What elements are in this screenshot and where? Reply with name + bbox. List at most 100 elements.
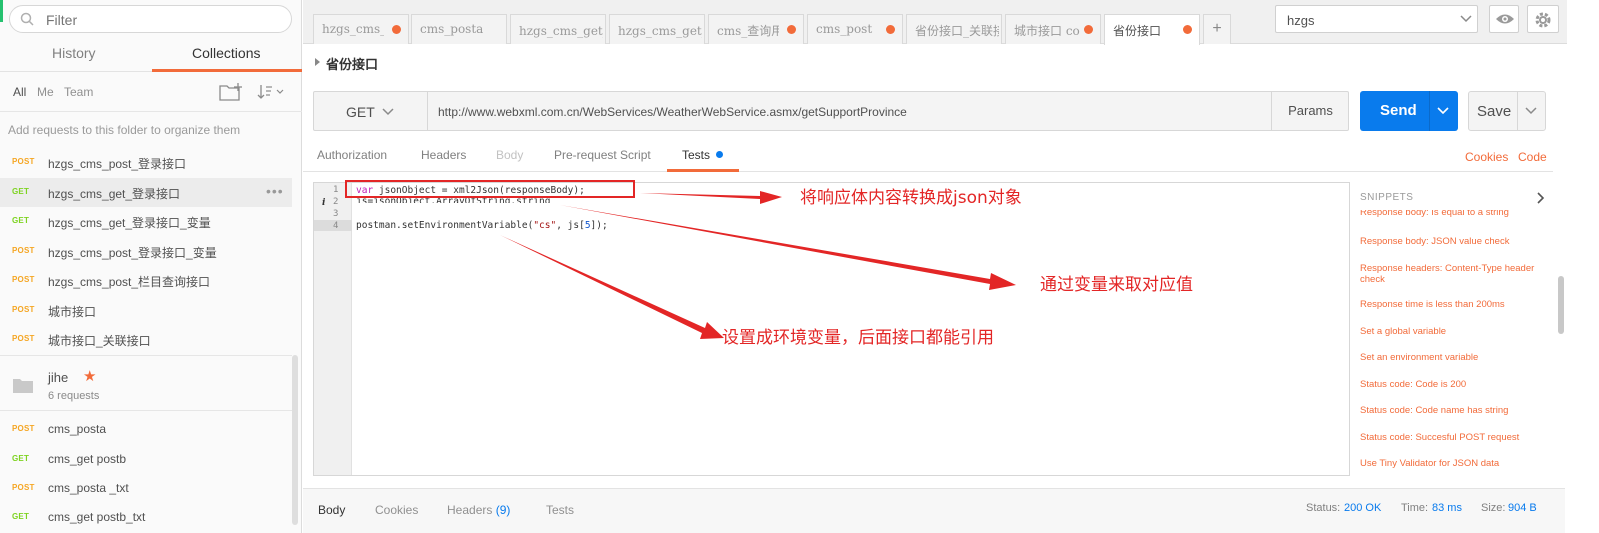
request-tab[interactable]: cms_查询用: [708, 14, 804, 44]
tab-tests[interactable]: Tests: [682, 148, 710, 162]
chevron-down-icon[interactable]: [1437, 107, 1449, 115]
collection-folder-jihe[interactable]: jihe ★ 6 requests: [0, 355, 292, 411]
request-item[interactable]: POST cms_posta: [0, 415, 292, 444]
unsaved-dot: [787, 25, 796, 34]
request-tab[interactable]: hzgs_cms_get_登: [609, 14, 705, 44]
scope-team[interactable]: Team: [64, 85, 93, 99]
snippet-text: Response body: Is equal to a string: [1360, 210, 1509, 218]
scope-me[interactable]: Me: [37, 85, 54, 99]
tab-history[interactable]: History: [52, 45, 96, 61]
scope-filter-row: All Me Team: [0, 78, 302, 112]
scope-all[interactable]: All: [13, 85, 26, 99]
request-name: cms_posta _txt: [48, 481, 129, 495]
request-item[interactable]: GET cms_get postb: [0, 445, 292, 474]
request-item[interactable]: POST hzgs_cms_post_登录接口_变量: [0, 237, 292, 266]
save-label: Save: [1477, 103, 1512, 120]
method-badge: GET: [12, 187, 30, 196]
method-badge: GET: [12, 216, 30, 225]
size-label: Size:: [1481, 502, 1506, 514]
more-actions-icon[interactable]: •••: [266, 183, 284, 199]
response-tab-body[interactable]: Body: [318, 503, 345, 517]
snippet-link[interactable]: Response body: JSON value check: [1360, 236, 1545, 247]
chevron-right-icon[interactable]: [1537, 192, 1545, 204]
sidebar-tabs: History Collections: [0, 40, 302, 72]
request-name: 城市接口: [48, 305, 97, 319]
request-name: cms_posta: [48, 422, 107, 436]
tab-collections[interactable]: Collections: [192, 45, 260, 61]
request-tab[interactable]: 城市接口 co: [1005, 14, 1101, 44]
add-tab-button[interactable]: +: [1203, 14, 1231, 44]
snippet-link[interactable]: Set an environment variable: [1360, 352, 1545, 363]
request-tab[interactable]: hzgs_cms_get_登: [510, 14, 606, 44]
tab-body[interactable]: Body: [496, 148, 523, 162]
star-icon[interactable]: ★: [83, 367, 96, 385]
info-marker-icon[interactable]: i: [322, 198, 325, 208]
environment-area: hzgs: [1265, 0, 1567, 44]
send-button[interactable]: Send: [1360, 91, 1458, 131]
sort-icon[interactable]: [257, 82, 285, 102]
request-tab-bar: hzgs_cms_p cms_posta hzgs_cms_get_登 hzgs…: [303, 0, 1265, 45]
request-tab[interactable]: hzgs_cms_p: [313, 14, 409, 44]
main-scrollbar-thumb[interactable]: [1558, 276, 1564, 334]
snippet-link[interactable]: Status code: Code name has string: [1360, 405, 1545, 416]
snippet-link[interactable]: Status code: Succesful POST request: [1360, 432, 1545, 443]
request-item[interactable]: POST 城市接口: [0, 296, 292, 325]
request-item[interactable]: GET cms_get postb_txt: [0, 503, 292, 532]
annotation-text: 设置成环境变量，后面接口都能引用: [722, 328, 994, 348]
tab-pre-request-script[interactable]: Pre-request Script: [554, 148, 651, 162]
editor-gutter: 1 2 3 4 i: [314, 183, 352, 475]
gear-icon: [1535, 12, 1551, 28]
method-badge: GET: [12, 512, 30, 521]
code-text: , js[: [556, 220, 585, 231]
postman-window: History Collections All Me Team Add requ…: [0, 0, 1599, 533]
response-tab-headers[interactable]: Headers (9): [447, 503, 510, 517]
snippet-link[interactable]: Use Tiny Validator for JSON data: [1360, 458, 1545, 469]
filter-box[interactable]: [9, 5, 292, 33]
request-item[interactable]: GET hzgs_cms_get_登录接口_变量: [0, 207, 292, 236]
code-text: ]);: [590, 220, 608, 231]
status-label: Status:: [1306, 502, 1341, 514]
time-value: 83 ms: [1432, 502, 1462, 514]
tab-headers[interactable]: Headers: [421, 148, 466, 162]
chevron-down-icon[interactable]: [1525, 107, 1537, 115]
manage-environments-button[interactable]: [1527, 5, 1559, 33]
annotation-highlight-box: [345, 180, 635, 198]
tab-label: 省份接口: [1113, 24, 1162, 38]
response-tab-headers-label: Headers: [447, 503, 493, 517]
request-tab-active[interactable]: 省份接口: [1104, 14, 1200, 45]
request-title: 省份接口: [326, 58, 379, 73]
snippet-link[interactable]: Response headers: Content-Type header ch…: [1360, 263, 1545, 285]
cookies-link[interactable]: Cookies: [1465, 150, 1508, 164]
request-item[interactable]: POST hzgs_cms_post_登录接口: [0, 148, 292, 177]
request-item[interactable]: GET hzgs_cms_get_登录接口 •••: [0, 178, 292, 207]
folder-hint: Add requests to this folder to organize …: [8, 123, 241, 137]
method-select[interactable]: GET: [314, 92, 428, 130]
tab-authorization[interactable]: Authorization: [317, 148, 387, 162]
request-item[interactable]: POST hzgs_cms_post_栏目查询接口: [0, 266, 292, 295]
sidebar-scrollbar[interactable]: [292, 355, 298, 525]
caret-right-icon[interactable]: [315, 58, 320, 66]
code-link[interactable]: Code: [1518, 150, 1547, 164]
annotation-text: 通过变量来取对应值: [1040, 275, 1193, 295]
response-tab-tests[interactable]: Tests: [546, 503, 574, 517]
snippet-link[interactable]: Status code: Code is 200: [1360, 379, 1545, 390]
request-item[interactable]: POST cms_posta _txt: [0, 474, 292, 503]
request-tab[interactable]: cms_post: [807, 14, 903, 44]
snippet-link[interactable]: Response time is less than 200ms: [1360, 299, 1545, 310]
environment-quick-look-button[interactable]: [1489, 5, 1519, 33]
request-tab[interactable]: cms_posta: [411, 14, 507, 44]
snippet-link[interactable]: Set a global variable: [1360, 326, 1545, 337]
folder-request-count: 6 requests: [48, 390, 100, 402]
request-item[interactable]: POST 城市接口_关联接口: [0, 325, 292, 354]
request-tab[interactable]: 省份接口_关联接口: [906, 14, 1002, 44]
response-tab-cookies[interactable]: Cookies: [375, 503, 418, 517]
snippet-link[interactable]: Response body: Is equal to a string: [1360, 210, 1545, 218]
params-button[interactable]: Params: [1271, 92, 1349, 130]
url-input[interactable]: [438, 102, 1258, 122]
new-collection-icon[interactable]: [218, 82, 244, 102]
environment-name: hzgs: [1287, 13, 1315, 28]
environment-select[interactable]: hzgs: [1275, 5, 1478, 33]
filter-input[interactable]: [46, 10, 276, 30]
tab-label: 省份接口_关联接口: [915, 24, 999, 38]
save-button[interactable]: Save: [1468, 91, 1546, 131]
